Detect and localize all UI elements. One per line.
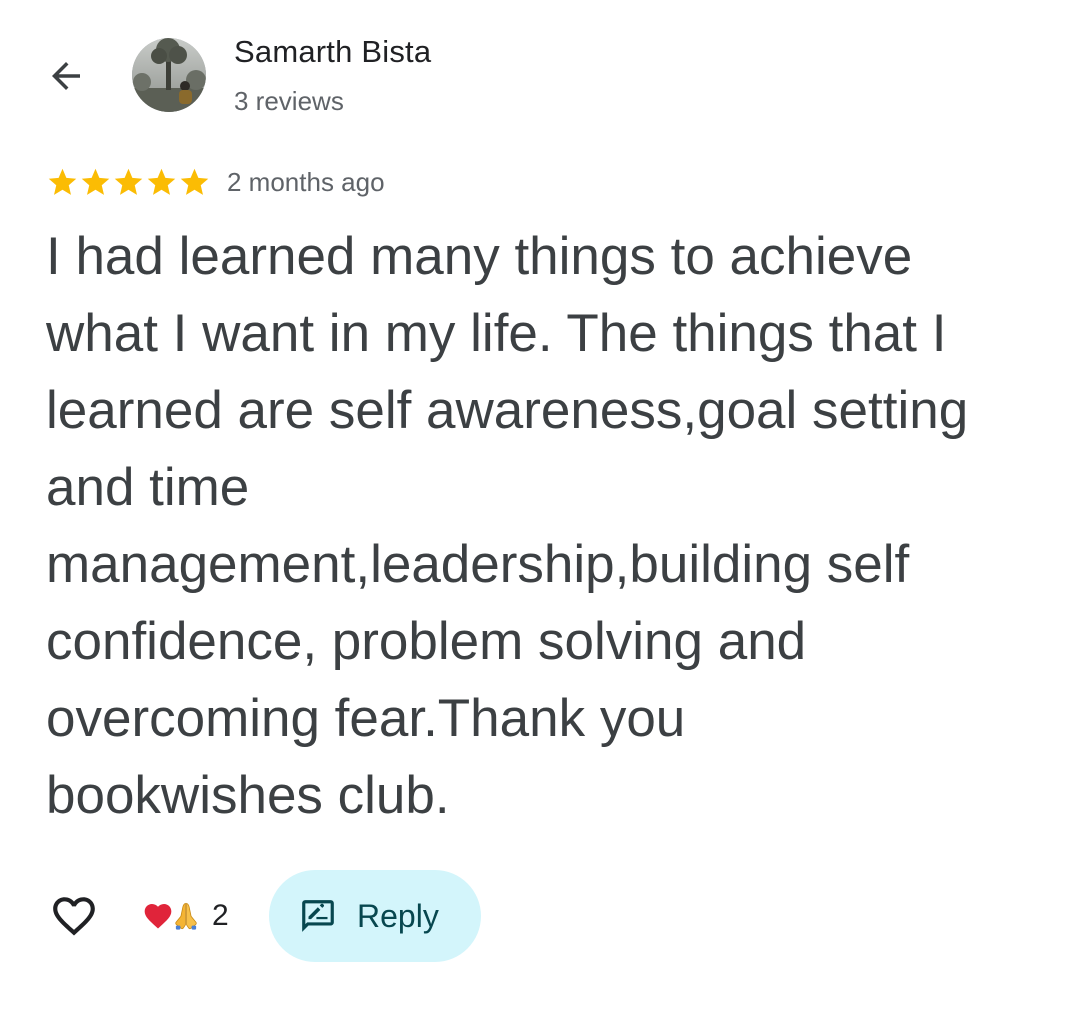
heart-outline-icon [53,897,95,936]
review-count[interactable]: 3 reviews [234,86,344,117]
profile-photo [132,38,206,112]
star-icon [81,168,110,195]
folded-hands-emoji-icon [175,902,197,930]
review-detail-screen: Samarth Bista 3 reviews 2 months ago I h… [0,0,1084,1021]
reply-label: Reply [357,897,439,934]
reactions-summary[interactable]: 2 [142,896,229,936]
star-icon [114,168,143,195]
review-meta: 2 months ago [46,164,385,200]
star-icon [48,168,77,195]
star-rating [46,166,211,199]
reaction-count: 2 [212,899,229,932]
avatar[interactable] [132,38,206,112]
reply-button[interactable]: Reply [269,870,481,962]
arrow-left-icon [52,62,80,90]
author-name[interactable]: Samarth Bista [234,34,431,70]
review-text: I had learned many things to achieve wha… [46,227,969,825]
back-button[interactable] [40,50,92,102]
review-date: 2 months ago [227,166,385,197]
like-button[interactable] [44,886,104,946]
star-icon [180,168,209,195]
star-icon [147,168,176,195]
reply-comment-icon [302,900,334,932]
